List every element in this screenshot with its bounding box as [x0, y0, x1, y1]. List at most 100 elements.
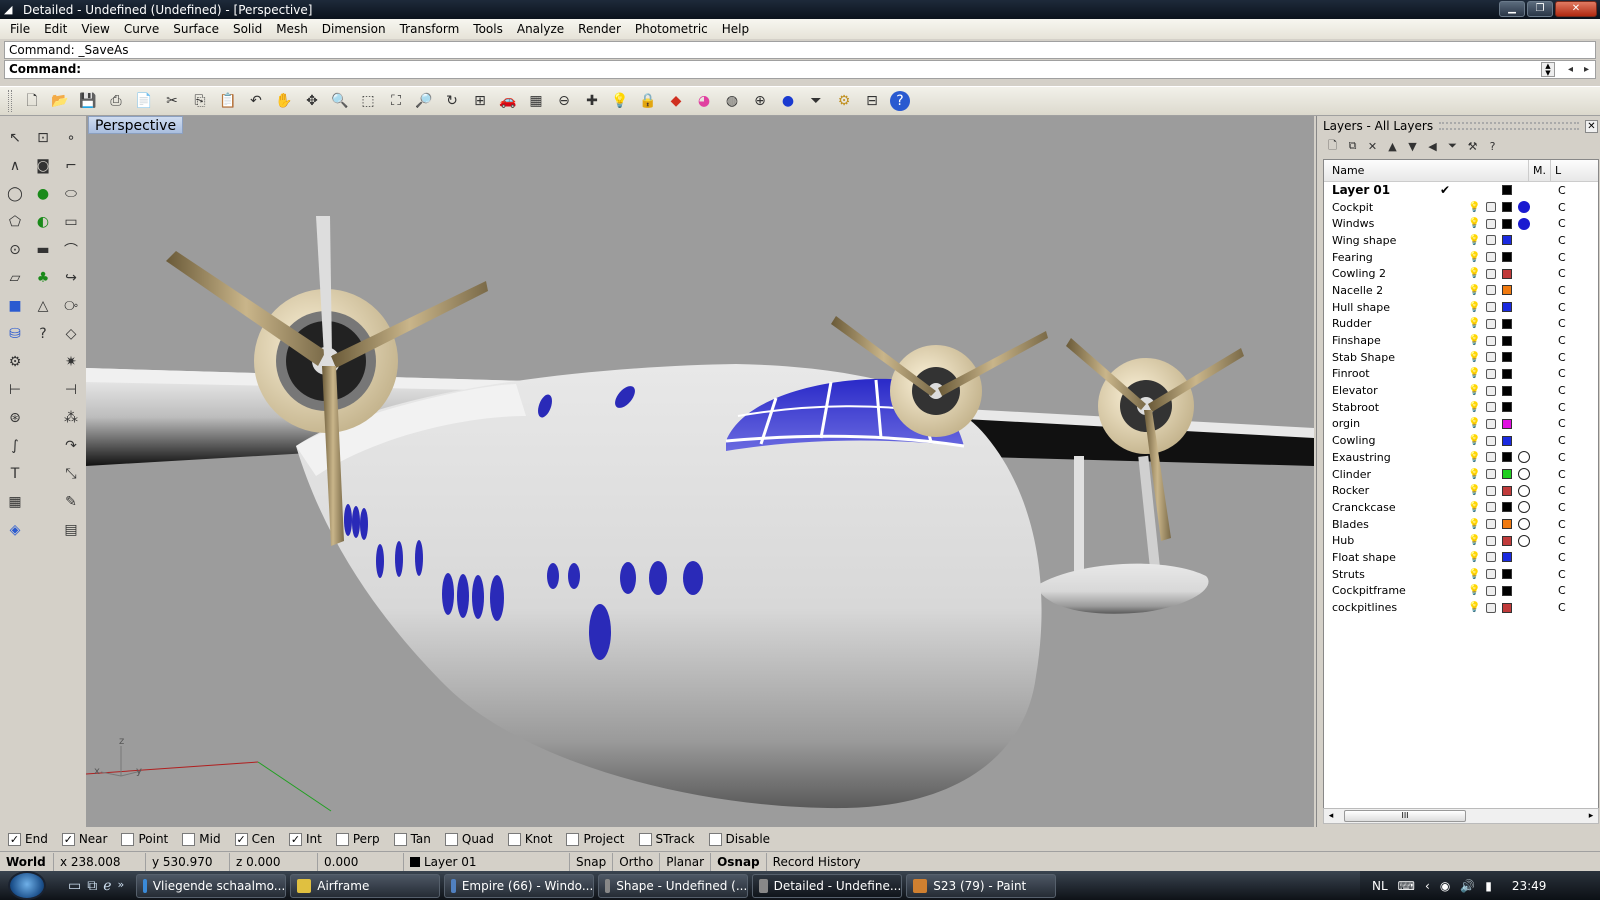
visibility-bulb-icon[interactable]: 💡: [1468, 552, 1480, 563]
surface-icon[interactable]: ▱: [3, 266, 27, 290]
globe-button[interactable]: ⊕: [746, 88, 774, 114]
menu-mesh[interactable]: Mesh: [269, 19, 315, 39]
lock-icon[interactable]: [1486, 252, 1496, 263]
osnap-end[interactable]: ✓ End: [8, 832, 48, 846]
lock-icon[interactable]: [1486, 535, 1496, 546]
layer-row[interactable]: Cranckcase 💡 C: [1324, 499, 1598, 516]
union-icon[interactable]: ⧂: [59, 294, 83, 318]
material-icon[interactable]: [1518, 468, 1530, 481]
layer-linetype[interactable]: C: [1558, 284, 1566, 297]
undo-button[interactable]: ↶: [242, 88, 270, 114]
scroll-right-icon[interactable]: ▸: [1584, 809, 1598, 823]
layer-row[interactable]: Struts 💡 C: [1324, 566, 1598, 583]
material-icon[interactable]: [1518, 484, 1530, 497]
visibility-bulb-icon[interactable]: 💡: [1468, 368, 1480, 379]
layer-color-swatch[interactable]: [1502, 602, 1512, 613]
options-gear-button[interactable]: ⚙: [830, 88, 858, 114]
layer-linetype[interactable]: C: [1558, 234, 1566, 247]
zoom-window-button[interactable]: ⬚: [354, 88, 382, 114]
sphere-tool-icon[interactable]: ●: [31, 182, 55, 206]
new-button[interactable]: 🗋: [18, 88, 46, 114]
maximize-button[interactable]: ❐: [1527, 1, 1553, 17]
filter-icon[interactable]: ⏷: [1445, 139, 1460, 153]
group-icon[interactable]: ▦: [3, 490, 27, 514]
viewport-title[interactable]: Perspective: [88, 116, 184, 134]
solid-tool-icon[interactable]: ◙: [31, 154, 55, 178]
hatch-icon[interactable]: ▤: [59, 518, 83, 542]
open-button[interactable]: 📂: [46, 88, 74, 114]
taskbar-button[interactable]: Empire (66) - Windo...: [444, 873, 595, 898]
gradient-icon[interactable]: ▬: [31, 238, 55, 262]
layer-linetype[interactable]: C: [1558, 301, 1566, 314]
osnap-mid[interactable]: Mid: [182, 832, 221, 846]
trim-icon[interactable]: ⊣: [59, 378, 83, 402]
cplane-label[interactable]: World: [0, 852, 54, 871]
color-wheel-button[interactable]: ◕: [690, 88, 718, 114]
osnap-tan[interactable]: Tan: [393, 832, 431, 846]
scroll-right-arrow-icon[interactable]: ▸: [1584, 61, 1589, 78]
current-layer[interactable]: Layer 01: [404, 852, 570, 871]
column-linetype[interactable]: L: [1551, 160, 1571, 182]
close-panel-icon[interactable]: ✕: [1585, 119, 1598, 133]
layer-row[interactable]: Exaustring 💡 C: [1324, 449, 1598, 466]
lock-icon[interactable]: [1486, 352, 1496, 363]
rotate-button[interactable]: ↻: [438, 88, 466, 114]
polyline-icon[interactable]: ∧: [3, 154, 27, 178]
offset-icon[interactable]: ↷: [59, 434, 83, 458]
layer-row[interactable]: Rudder 💡 C: [1324, 316, 1598, 333]
layer-linetype[interactable]: C: [1558, 267, 1566, 280]
layer-color-swatch[interactable]: [1502, 302, 1512, 313]
query-icon[interactable]: ?: [31, 322, 55, 346]
layer-color-swatch[interactable]: [1502, 519, 1512, 530]
light-button[interactable]: 💡: [606, 88, 634, 114]
command-prompt[interactable]: Command: ▲ ▼ ◂ ▸: [4, 60, 1596, 79]
layer-color-swatch[interactable]: [1502, 402, 1512, 413]
layer-color-swatch[interactable]: [1502, 318, 1512, 329]
menu-help[interactable]: Help: [715, 19, 756, 39]
layer-linetype[interactable]: C: [1558, 518, 1566, 531]
filter-button[interactable]: ⏷: [802, 88, 830, 114]
polygon-icon[interactable]: ⬠: [3, 210, 27, 234]
circle-button[interactable]: ⊖: [550, 88, 578, 114]
edit-icon[interactable]: ✎: [59, 490, 83, 514]
visibility-bulb-icon[interactable]: 💡: [1468, 418, 1480, 429]
visibility-bulb-icon[interactable]: 💡: [1468, 585, 1480, 596]
checkbox[interactable]: [566, 832, 580, 846]
checkbox[interactable]: ✓: [8, 832, 21, 846]
switch-windows-icon[interactable]: ⧉: [87, 878, 97, 894]
lock-icon[interactable]: [1486, 502, 1496, 513]
paste-button[interactable]: 📋: [214, 88, 242, 114]
layer-row[interactable]: cockpitlines 💡 C: [1324, 599, 1598, 616]
layer-linetype[interactable]: C: [1558, 317, 1566, 330]
lock-icon[interactable]: [1486, 552, 1496, 563]
layer-row[interactable]: Elevator 💡 C: [1324, 382, 1598, 399]
import-button[interactable]: 📄: [130, 88, 158, 114]
layer-row[interactable]: Blades 💡 C: [1324, 516, 1598, 533]
shaded-sphere-button[interactable]: ●: [774, 88, 802, 114]
layer-color-swatch[interactable]: [1502, 252, 1512, 263]
ie-icon[interactable]: ℯ: [103, 878, 111, 894]
layer-color-swatch[interactable]: [1502, 435, 1512, 446]
zoom-button[interactable]: 🔍: [326, 88, 354, 114]
lock-icon[interactable]: [1486, 452, 1496, 463]
lock-icon[interactable]: [1486, 202, 1496, 213]
copy-button[interactable]: ⎘: [186, 88, 214, 114]
checkbox[interactable]: [638, 832, 652, 846]
explode-icon[interactable]: ✷: [59, 350, 83, 374]
lock-icon[interactable]: [1486, 402, 1496, 413]
layer-color-swatch[interactable]: [1502, 569, 1512, 580]
tray-expand-icon[interactable]: ‹: [1425, 879, 1430, 893]
properties-button[interactable]: ⊟: [858, 88, 886, 114]
menu-edit[interactable]: Edit: [37, 19, 74, 39]
visibility-bulb-icon[interactable]: 💡: [1468, 235, 1480, 246]
material-icon[interactable]: [1518, 518, 1530, 531]
menu-curve[interactable]: Curve: [117, 19, 166, 39]
move-up-icon[interactable]: ▲: [1385, 140, 1400, 153]
checkbox[interactable]: [121, 832, 135, 846]
array-icon[interactable]: ⁂: [59, 406, 83, 430]
material-icon[interactable]: [1518, 451, 1530, 464]
layer-linetype[interactable]: C: [1558, 501, 1566, 514]
checkbox[interactable]: [708, 832, 722, 846]
point-tool-icon[interactable]: ⊙: [3, 238, 27, 262]
layer-color-swatch[interactable]: [1502, 552, 1512, 563]
